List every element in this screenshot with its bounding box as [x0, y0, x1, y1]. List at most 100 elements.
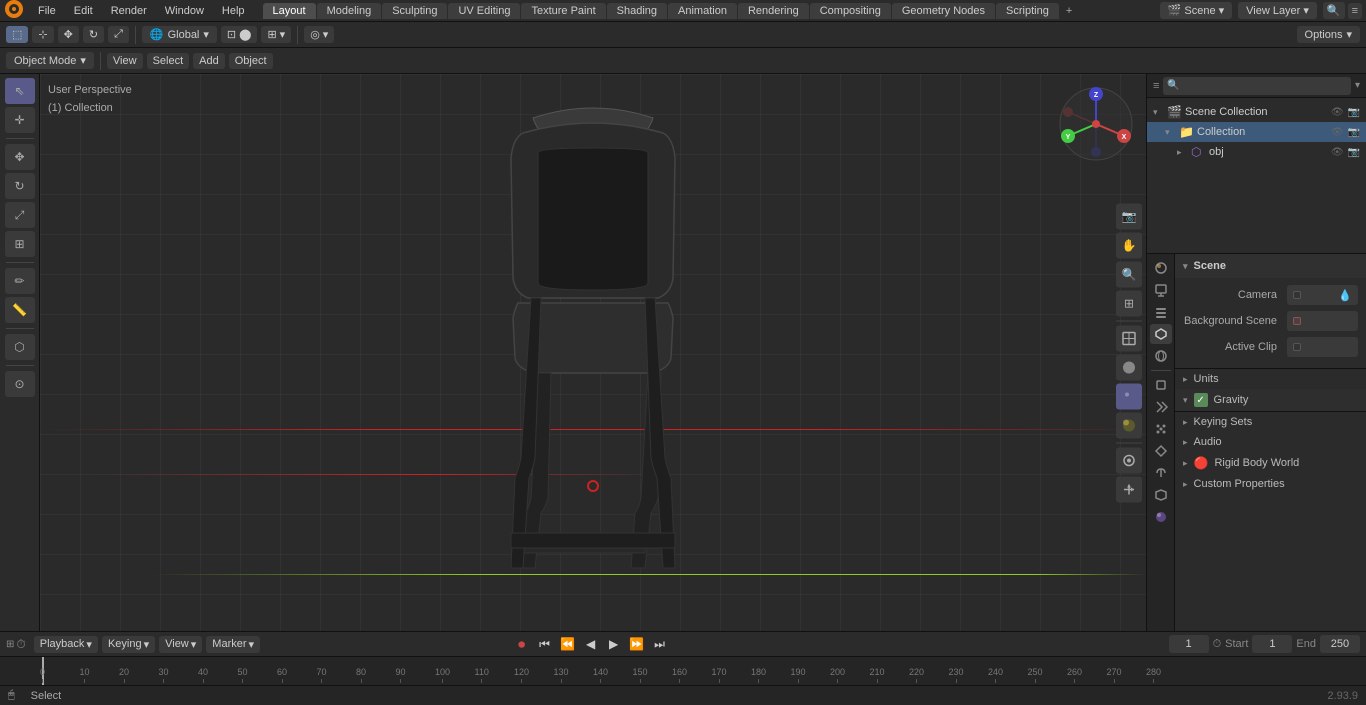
props-tab-physics[interactable] — [1150, 441, 1172, 461]
outliner-row-obj[interactable]: ▸ ⬡ obj 👁 📷 — [1147, 142, 1366, 162]
menu-window[interactable]: Window — [157, 3, 212, 19]
props-tab-output[interactable] — [1150, 280, 1172, 300]
keying-dropdown[interactable]: Keying ▾ — [102, 636, 155, 653]
menu-help[interactable]: Help — [214, 3, 253, 19]
tool-transform[interactable]: ⊞ — [5, 231, 35, 257]
obj-visibility-icon[interactable]: 👁 — [1331, 147, 1344, 158]
workspace-tab-compositing[interactable]: Compositing — [810, 3, 891, 19]
viewport-zoom-btn[interactable]: 🔍 — [1116, 261, 1142, 287]
keying-sets-collapsible[interactable]: ▸ Keying Sets — [1175, 412, 1366, 432]
units-collapsible[interactable]: ▸ Units — [1175, 369, 1366, 389]
visibility-eye-icon[interactable]: 👁 — [1331, 107, 1344, 118]
props-tab-object[interactable] — [1150, 375, 1172, 395]
workspace-tab-modeling[interactable]: Modeling — [317, 3, 382, 19]
record-btn[interactable]: ⏺ — [512, 634, 532, 654]
add-workspace-button[interactable]: + — [1060, 3, 1078, 19]
tool-rotate[interactable]: ↻ — [5, 173, 35, 199]
toolbar-scale[interactable]: ⤢ — [108, 26, 129, 43]
viewport[interactable]: User Perspective (1) Collection Z X Y — [40, 74, 1146, 631]
scene-section-header[interactable]: ▾ Scene — [1175, 254, 1366, 278]
step-forward-btn[interactable]: ⏩ — [627, 634, 647, 654]
tool-move[interactable]: ✥ — [5, 144, 35, 170]
scene-selector[interactable]: 🎬 Scene ▾ — [1160, 2, 1232, 19]
tool-origin[interactable]: ⊙ — [5, 371, 35, 397]
collection-visibility-icon[interactable]: 👁 — [1331, 127, 1344, 138]
nav-gizmo[interactable]: Z X Y — [1056, 84, 1136, 164]
add-menu-btn[interactable]: Add — [193, 53, 225, 69]
marker-dropdown[interactable]: Marker ▾ — [206, 636, 260, 653]
audio-collapsible[interactable]: ▸ Audio — [1175, 432, 1366, 452]
toolbar-move[interactable]: ✥ — [58, 26, 79, 43]
object-menu-btn[interactable]: Object — [229, 53, 273, 69]
menu-edit[interactable]: Edit — [66, 3, 101, 19]
play-reverse-btn[interactable]: ◀ — [581, 634, 601, 654]
view-menu-btn[interactable]: View — [107, 53, 143, 69]
material-shading-btn[interactable] — [1116, 383, 1142, 409]
viewport-pan-btn[interactable]: ✋ — [1116, 232, 1142, 258]
transform-space-dropdown[interactable]: 🌐 Global ▾ — [142, 26, 217, 43]
tool-add-object[interactable]: ⬡ — [5, 334, 35, 360]
props-tab-modifiers[interactable] — [1150, 397, 1172, 417]
camera-eyedropper[interactable]: 💧 — [1338, 289, 1352, 302]
props-tab-material[interactable] — [1150, 507, 1172, 527]
rigid-body-world-collapsible[interactable]: ▸ 🔴 Rigid Body World — [1175, 452, 1366, 474]
transform-pivot-btn[interactable]: ⊡ ⬤ — [221, 26, 258, 43]
workspace-tab-layout[interactable]: Layout — [263, 3, 316, 19]
play-btn[interactable]: ▶ — [604, 634, 624, 654]
overlay-btn[interactable] — [1116, 447, 1142, 473]
props-tab-constraints[interactable] — [1150, 463, 1172, 483]
props-tab-scene[interactable] — [1150, 324, 1172, 344]
workspace-tab-geometry-nodes[interactable]: Geometry Nodes — [892, 3, 995, 19]
view-layer-selector[interactable]: View Layer ▾ — [1238, 2, 1317, 19]
jump-end-btn[interactable]: ⏭ — [650, 634, 670, 654]
end-frame-field[interactable]: 250 — [1320, 635, 1360, 653]
tool-cursor[interactable]: ✛ — [5, 107, 35, 133]
render-camera-icon[interactable]: 📷 — [1348, 107, 1360, 118]
props-tab-data[interactable] — [1150, 485, 1172, 505]
toolbar-rotate[interactable]: ↻ — [83, 26, 104, 43]
workspace-tab-rendering[interactable]: Rendering — [738, 3, 809, 19]
object-mode-dropdown[interactable]: Object Mode ▾ — [6, 52, 94, 69]
tool-select[interactable]: ⇖ — [5, 78, 35, 104]
jump-start-btn[interactable]: ⏮ — [535, 634, 555, 654]
tool-scale[interactable]: ⤢ — [5, 202, 35, 228]
outliner-row-collection[interactable]: ▾ 📁 Collection 👁 📷 — [1147, 122, 1366, 142]
props-tab-world[interactable] — [1150, 346, 1172, 366]
menu-file[interactable]: File — [30, 3, 64, 19]
search-icon-btn[interactable]: 🔍 — [1323, 2, 1345, 19]
snap-btn[interactable]: ⊞ ▾ — [261, 26, 291, 43]
tool-measure[interactable]: 📏 — [5, 297, 35, 323]
gravity-checkbox[interactable]: ✓ — [1194, 393, 1208, 407]
outliner-row-scene-collection[interactable]: ▾ 🎬 Scene Collection 👁 📷 — [1147, 102, 1366, 122]
step-back-btn[interactable]: ⏪ — [558, 634, 578, 654]
toolbar-cursor[interactable]: ⊹ — [32, 26, 53, 43]
wireframe-btn[interactable] — [1116, 325, 1142, 351]
timeline-ruler[interactable]: 0102030405060708090100110120130140150160… — [0, 657, 1366, 685]
custom-props-collapsible[interactable]: ▸ Custom Properties — [1175, 474, 1366, 494]
props-tab-render[interactable] — [1150, 258, 1172, 278]
solid-shading-btn[interactable] — [1116, 354, 1142, 380]
playback-dropdown[interactable]: Playback ▾ — [34, 636, 98, 653]
workspace-tab-sculpting[interactable]: Sculpting — [382, 3, 447, 19]
rendered-shading-btn[interactable] — [1116, 412, 1142, 438]
options-dropdown[interactable]: Options ▾ — [1297, 26, 1360, 43]
start-frame-field[interactable]: 1 — [1252, 635, 1292, 653]
obj-render-icon[interactable]: 📷 — [1348, 147, 1360, 158]
select-menu-btn[interactable]: Select — [147, 53, 190, 69]
menu-render[interactable]: Render — [103, 3, 155, 19]
viewport-grid-btn[interactable]: ⊞ — [1116, 290, 1142, 316]
props-tab-particles[interactable] — [1150, 419, 1172, 439]
collection-render-icon[interactable]: 📷 — [1348, 127, 1360, 138]
gravity-collapsible[interactable]: ▾ ✓ Gravity — [1175, 389, 1366, 411]
active-clip-field[interactable] — [1287, 337, 1358, 357]
proportional-edit-btn[interactable]: ◎ ▾ — [304, 26, 334, 43]
outliner-sort-icon[interactable]: ▾ — [1355, 80, 1360, 91]
camera-field[interactable]: 💧 — [1287, 285, 1358, 305]
workspace-tab-texture-paint[interactable]: Texture Paint — [521, 3, 605, 19]
workspace-tab-scripting[interactable]: Scripting — [996, 3, 1059, 19]
current-frame-field[interactable]: 1 — [1169, 635, 1209, 653]
filter-icon-btn[interactable]: ≡ — [1348, 3, 1362, 19]
background-scene-field[interactable] — [1287, 311, 1358, 331]
gizmo-toggle-btn[interactable] — [1116, 476, 1142, 502]
toolbar-select-box[interactable]: ⬚ — [6, 26, 28, 43]
